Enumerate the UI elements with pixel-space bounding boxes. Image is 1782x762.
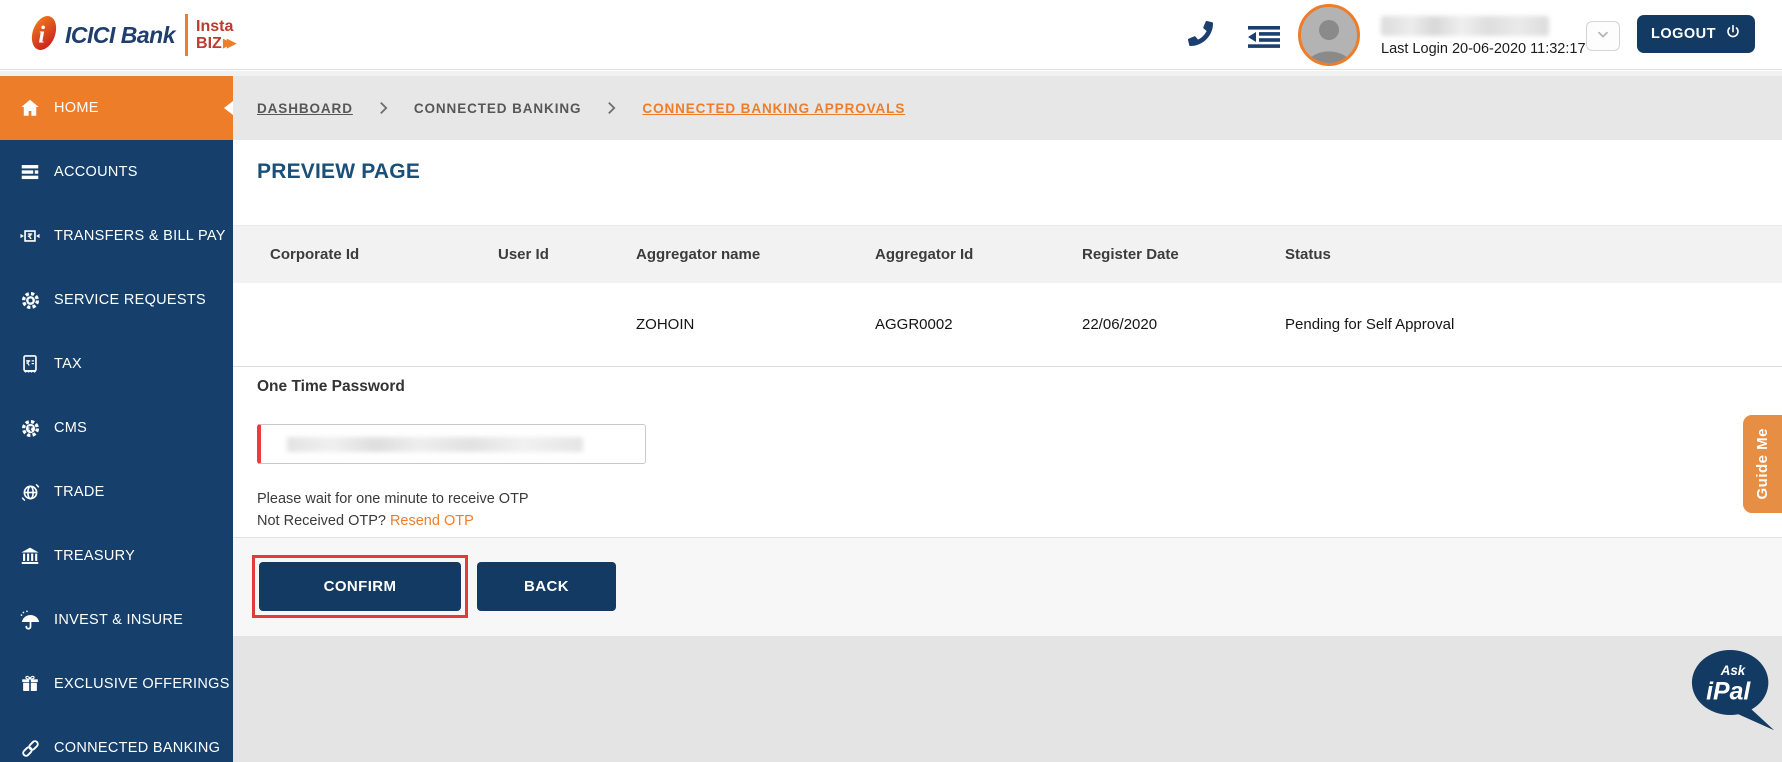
- action-button-strip: CONFIRM BACK: [233, 537, 1782, 636]
- sidebar-item-invest-insure[interactable]: INVEST & INSURE: [0, 588, 233, 652]
- power-icon: [1725, 24, 1741, 44]
- sidebar-item-tax[interactable]: ₹ TAX: [0, 332, 233, 396]
- chevron-right-icon: [379, 101, 388, 115]
- bank-building-icon: [18, 544, 42, 568]
- menu-list-icon[interactable]: [1248, 26, 1280, 53]
- otp-label: One Time Password: [257, 378, 405, 396]
- phone-icon[interactable]: [1188, 21, 1213, 51]
- chain-link-icon: [18, 736, 42, 760]
- sidebar-item-trade[interactable]: TRADE: [0, 460, 233, 524]
- sidebar-item-home[interactable]: HOME: [0, 76, 233, 140]
- user-name-masked: [1381, 16, 1549, 36]
- sidebar-item-label: TRANSFERS & BILL PAY: [54, 228, 226, 244]
- icici-flame-icon: i: [28, 10, 60, 61]
- main-content: PREVIEW PAGE Corporate Id User Id Aggreg…: [233, 140, 1782, 762]
- sidebar-item-label: TAX: [54, 356, 82, 372]
- tax-receipt-icon: ₹: [18, 352, 42, 376]
- sidebar-item-transfers-bill-pay[interactable]: ₹ TRANSFERS & BILL PAY: [0, 204, 233, 268]
- logout-button[interactable]: LOGOUT: [1637, 15, 1755, 53]
- breadcrumb-connected-banking[interactable]: CONNECTED BANKING: [414, 101, 582, 116]
- sidebar-item-service-requests[interactable]: SERVICE REQUESTS: [0, 268, 233, 332]
- sidebar-item-accounts[interactable]: ACCOUNTS: [0, 140, 233, 204]
- otp-not-received-line: Not Received OTP?Resend OTP: [257, 513, 474, 529]
- sidebar-item-label: ACCOUNTS: [54, 164, 138, 180]
- chevron-right-icon: [607, 101, 616, 115]
- back-button[interactable]: BACK: [477, 562, 616, 611]
- page-title: PREVIEW PAGE: [257, 160, 420, 184]
- column-header-aggregator-name: Aggregator name: [636, 246, 875, 263]
- svg-text:i: i: [38, 22, 45, 48]
- gear-icon: [18, 288, 42, 312]
- sidebar-item-label: HOME: [54, 100, 99, 116]
- sidebar-item-treasury[interactable]: TREASURY: [0, 524, 233, 588]
- biz-arrows-icon: ▶▶: [223, 34, 229, 51]
- sidebar-item-exclusive-offerings[interactable]: EXCLUSIVE OFFERINGS: [0, 652, 233, 716]
- sidebar-item-label: INVEST & INSURE: [54, 612, 183, 628]
- svg-text:₹: ₹: [26, 359, 31, 368]
- ask-ipal-button[interactable]: Ask iPal: [1690, 646, 1776, 747]
- breadcrumb-dashboard[interactable]: DASHBOARD: [257, 101, 353, 116]
- profile-dropdown-toggle[interactable]: [1586, 21, 1620, 51]
- sidebar-item-label: TRADE: [54, 484, 105, 500]
- not-received-text: Not Received OTP?: [257, 513, 386, 529]
- footer-area: [233, 636, 1782, 762]
- cell-register-date: 22/06/2020: [1082, 316, 1285, 333]
- product-line1: Insta: [196, 18, 233, 35]
- otp-input[interactable]: [257, 424, 646, 464]
- logo-divider: [185, 14, 188, 56]
- cell-aggregator-id: AGGR0002: [875, 316, 1082, 333]
- table-header-row: Corporate Id User Id Aggregator name Agg…: [233, 225, 1782, 283]
- column-header-register-date: Register Date: [1082, 246, 1285, 263]
- confirm-highlight-outline: CONFIRM: [252, 555, 468, 618]
- last-login-text: Last Login 20-06-2020 11:32:17: [1381, 41, 1586, 57]
- otp-wait-text: Please wait for one minute to receive OT…: [257, 491, 529, 507]
- user-avatar[interactable]: [1298, 4, 1360, 66]
- ipal-ask-text: Ask: [1720, 663, 1746, 678]
- svg-text:₹: ₹: [28, 424, 33, 433]
- table-row: ZOHOIN AGGR0002 22/06/2020 Pending for S…: [233, 283, 1782, 367]
- column-header-status: Status: [1285, 246, 1782, 263]
- sidebar-item-connected-banking[interactable]: CONNECTED BANKING: [0, 716, 233, 762]
- cell-status: Pending for Self Approval: [1285, 316, 1782, 333]
- product-line2: BIZ: [196, 35, 222, 52]
- top-header: i ICICI Bank Insta BIZ ▶▶: [0, 0, 1782, 70]
- resend-otp-link[interactable]: Resend OTP: [390, 513, 474, 529]
- icici-instabiz-logo: i ICICI Bank Insta BIZ ▶▶: [28, 10, 233, 60]
- chevron-down-icon: [1595, 26, 1611, 47]
- gear-rupee-icon: ₹: [18, 416, 42, 440]
- column-header-user-id: User Id: [498, 246, 636, 263]
- sidebar-item-label: TREASURY: [54, 548, 135, 564]
- sidebar-item-label: SERVICE REQUESTS: [54, 292, 206, 308]
- home-icon: [18, 96, 42, 120]
- umbrella-icon: [18, 608, 42, 632]
- ipal-name-text: iPal: [1706, 679, 1751, 706]
- app-window: i ICICI Bank Insta BIZ ▶▶: [0, 0, 1782, 762]
- logout-label: LOGOUT: [1651, 26, 1716, 42]
- sidebar-item-label: CONNECTED BANKING: [54, 740, 220, 756]
- rupee-transfer-icon: ₹: [18, 224, 42, 248]
- guide-me-label: Guide Me: [1754, 428, 1771, 500]
- bank-name: ICICI Bank: [65, 22, 175, 49]
- sidebar-item-label: CMS: [54, 420, 87, 436]
- active-item-caret: [224, 101, 233, 115]
- breadcrumb-connected-banking-approvals[interactable]: CONNECTED BANKING APPROVALS: [642, 101, 905, 116]
- guide-me-tab[interactable]: Guide Me: [1743, 415, 1782, 513]
- gift-icon: [18, 672, 42, 696]
- breadcrumb: DASHBOARD CONNECTED BANKING CONNECTED BA…: [233, 76, 1782, 140]
- column-header-aggregator-id: Aggregator Id: [875, 246, 1082, 263]
- product-name: Insta BIZ ▶▶: [196, 18, 233, 52]
- globe-icon: [18, 480, 42, 504]
- confirm-button[interactable]: CONFIRM: [259, 562, 461, 611]
- svg-text:₹: ₹: [27, 232, 33, 241]
- otp-value-masked: [287, 437, 583, 452]
- accounts-icon: [18, 160, 42, 184]
- sidebar-item-cms[interactable]: ₹ CMS: [0, 396, 233, 460]
- column-header-corporate-id: Corporate Id: [270, 246, 498, 263]
- sidebar: HOME ACCOUNTS ₹ TRANSFERS & BILL PAY SER…: [0, 76, 233, 762]
- sidebar-item-label: EXCLUSIVE OFFERINGS: [54, 676, 230, 692]
- cell-aggregator-name: ZOHOIN: [636, 316, 875, 333]
